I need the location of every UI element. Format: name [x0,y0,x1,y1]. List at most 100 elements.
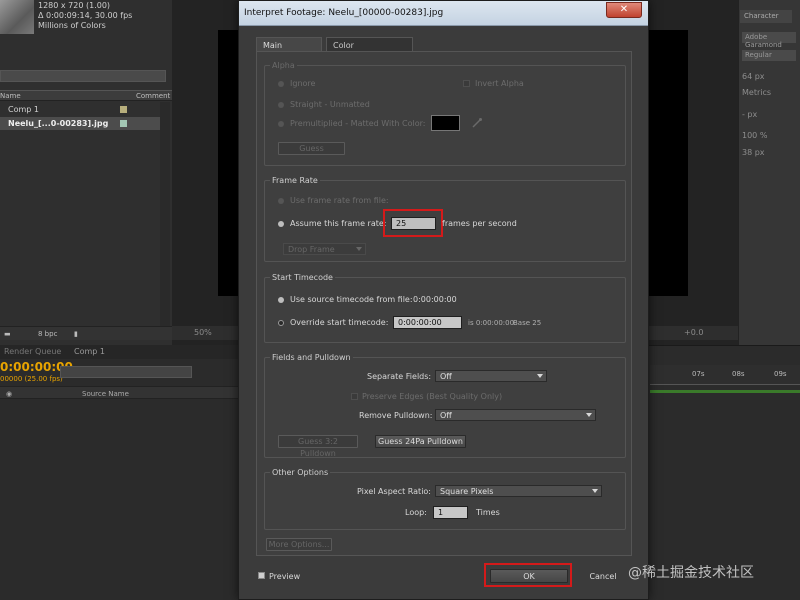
item-label: Neelu_[...0-00283].jpg [8,119,109,128]
separate-fields-dropdown[interactable]: Off [435,370,547,382]
baseline-value[interactable]: 38 px [742,148,765,157]
preview-checkbox[interactable] [258,572,265,579]
tab-color-management[interactable]: Color Management [326,37,413,59]
use-source-timecode-label: Use source timecode from file: [290,295,413,304]
loop-label: Loop: [405,508,427,517]
watermark-text: @稀土掘金技术社区 [628,565,754,581]
cancel-button[interactable]: Cancel [576,569,630,583]
footage-info: 1280 x 720 (1.00) Δ 0:00:09:14, 30.00 fp… [38,1,132,31]
font-style-field[interactable]: Regular [742,50,796,61]
highlight-box [484,563,572,587]
alpha-group: Alpha Ignore Invert Alpha Straight - Unm… [264,61,626,166]
interpret-footage-dialog: Interpret Footage: Neelu_[00000-00283].j… [238,0,649,600]
project-item-footage[interactable]: Neelu_[...0-00283].jpg [0,117,160,130]
font-size-value[interactable]: 64 px [742,72,765,81]
project-column-header: Name Comment [0,90,172,101]
remove-pulldown-value: Off [440,411,452,420]
tab-render-queue[interactable]: Render Queue [4,347,61,356]
assume-rate-radio[interactable] [278,221,284,227]
invert-alpha-label: Invert Alpha [475,79,524,88]
zoom-level[interactable]: 50% [194,328,212,337]
source-timecode-value: 0:00:00:00 [413,295,457,304]
project-item-comp[interactable]: Comp 1 [0,103,160,116]
trash-icon[interactable]: ▮ [74,330,78,338]
premultiplied-radio[interactable] [278,121,284,127]
close-button[interactable]: ✕ [606,2,642,18]
timeline-search-input[interactable] [60,366,192,378]
eyedropper-icon[interactable] [471,117,483,129]
guess-24pa-pulldown-button[interactable]: Guess 24Pa Pulldown [375,435,466,448]
ruler-tick: 08s [732,370,745,378]
override-timecode-input[interactable]: 0:00:00:00 [393,316,462,329]
info-line: Δ 0:00:09:14, 30.00 fps [38,11,133,20]
main-options-panel: Alpha Ignore Invert Alpha Straight - Unm… [256,51,632,556]
kerning-value[interactable]: Metrics [742,88,771,97]
alpha-group-title: Alpha [270,61,297,70]
preserve-edges-label: Preserve Edges (Best Quality Only) [362,392,503,401]
project-search-input[interactable] [0,70,166,82]
time-ruler[interactable]: 07s 08s 09s [650,365,800,385]
ignore-radio[interactable] [278,81,284,87]
fields-group-title: Fields and Pulldown [270,353,353,362]
chevron-down-icon [356,247,362,251]
straight-label: Straight - Unmatted [290,100,370,109]
pixel-aspect-dropdown[interactable]: Square Pixels [435,485,602,497]
tab-character[interactable]: Character [740,10,792,23]
override-timecode-label: Override start timecode: [290,318,389,327]
timeline-tabs: Render Queue Comp 1 [0,345,240,359]
frame-rate-group: Frame Rate Use frame rate from file: Ass… [264,176,626,262]
use-file-rate-label: Use frame rate from file: [290,196,389,205]
invert-alpha-checkbox[interactable] [463,80,470,87]
timecode-fps: 00000 (25.00 fps) [0,375,63,383]
drop-frame-value: Drop Frame [288,245,335,254]
chevron-down-icon [586,413,592,417]
timecode-base-text: Base 25 [513,319,542,327]
remove-pulldown-dropdown[interactable]: Off [435,409,596,421]
assume-rate-label: Assume this frame rate: [290,219,387,228]
font-family-field[interactable]: Adobe Garamond [742,32,796,49]
project-panel [0,0,172,345]
source-name-header[interactable]: Source Name [82,390,129,398]
separate-fields-value: Off [440,372,452,381]
use-file-rate-radio[interactable] [278,198,284,204]
loop-input[interactable]: 1 [433,506,468,519]
use-source-timecode-radio[interactable] [278,297,284,303]
remove-pulldown-label: Remove Pulldown: [359,411,433,420]
bpc-label[interactable]: 8 bpc [38,330,57,338]
straight-radio[interactable] [278,102,284,108]
other-options-group: Other Options Pixel Aspect Ratio: Square… [264,468,626,530]
pixel-aspect-label: Pixel Aspect Ratio: [357,487,431,496]
leading-value[interactable]: - px [742,110,757,119]
guess-32-pulldown-button[interactable]: Guess 3:2 Pulldown [278,435,358,458]
fields-pulldown-group: Fields and Pulldown Separate Fields: Off… [264,353,626,458]
guess-button[interactable]: Guess [278,142,345,155]
comment-column-header[interactable]: Comment [136,92,170,100]
timecode-is-text: is 0:00:00:00 [468,319,515,327]
preserve-edges-checkbox[interactable] [351,393,358,400]
item-label: Comp 1 [8,105,39,114]
chevron-down-icon [592,489,598,493]
scale-value[interactable]: 100 % [742,131,767,140]
drop-frame-dropdown[interactable]: Drop Frame [283,243,366,255]
start-timecode-group-title: Start Timecode [270,273,335,282]
info-line: Millions of Colors [38,21,106,30]
premultiplied-label: Premultiplied - Matted With Color: [290,119,426,128]
folder-icon[interactable]: ▬ [4,330,11,338]
label-color-swatch [120,120,127,127]
tab-comp-1[interactable]: Comp 1 [74,347,105,356]
tab-main-options[interactable]: Main Options [256,37,322,59]
project-scrollbar[interactable] [160,102,170,326]
more-options-button[interactable]: More Options... [266,538,332,551]
pixel-aspect-value: Square Pixels [440,487,494,496]
frame-rate-group-title: Frame Rate [270,176,320,185]
name-column-header[interactable]: Name [0,92,21,100]
layer-column-header: ◉ Source Name [0,386,240,399]
dialog-titlebar[interactable]: Interpret Footage: Neelu_[00000-00283].j… [239,1,648,26]
override-timecode-radio[interactable] [278,320,284,326]
label-color-swatch [120,106,127,113]
close-icon: ✕ [619,4,629,15]
work-area-bar[interactable] [650,390,800,393]
eye-icon[interactable]: ◉ [6,390,12,398]
exposure-value[interactable]: +0.0 [684,328,703,337]
matte-color-swatch[interactable] [431,115,460,131]
